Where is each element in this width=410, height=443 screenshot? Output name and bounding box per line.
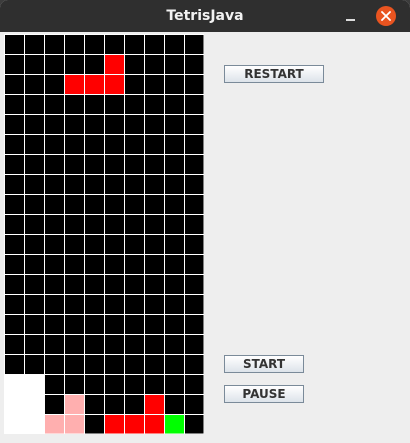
board-block (64, 394, 84, 414)
board-block (104, 414, 124, 434)
board-block (4, 394, 24, 414)
tetris-board[interactable] (4, 34, 204, 434)
app-window: TetrisJava RESTART START PAUSE (0, 0, 410, 443)
pause-button[interactable]: PAUSE (224, 385, 304, 403)
board-block (124, 414, 144, 434)
board-block (144, 394, 164, 414)
board-block (104, 54, 124, 74)
board-grid (4, 34, 204, 434)
board-block (84, 74, 104, 94)
board-block (104, 74, 124, 94)
minimize-button[interactable] (340, 6, 362, 26)
board-block (24, 414, 44, 434)
board-block (64, 74, 84, 94)
close-button[interactable] (376, 6, 396, 26)
board-block (4, 374, 24, 394)
board-block (164, 414, 184, 434)
board-block (44, 414, 64, 434)
board-block (24, 374, 44, 394)
restart-button[interactable]: RESTART (224, 65, 324, 83)
board-block (24, 394, 44, 414)
start-button[interactable]: START (224, 355, 304, 373)
board-block (4, 414, 24, 434)
board-block (64, 414, 84, 434)
close-icon (381, 11, 391, 21)
board-block (144, 414, 164, 434)
content-area: RESTART START PAUSE (0, 32, 410, 443)
title-bar[interactable]: TetrisJava (0, 0, 410, 32)
